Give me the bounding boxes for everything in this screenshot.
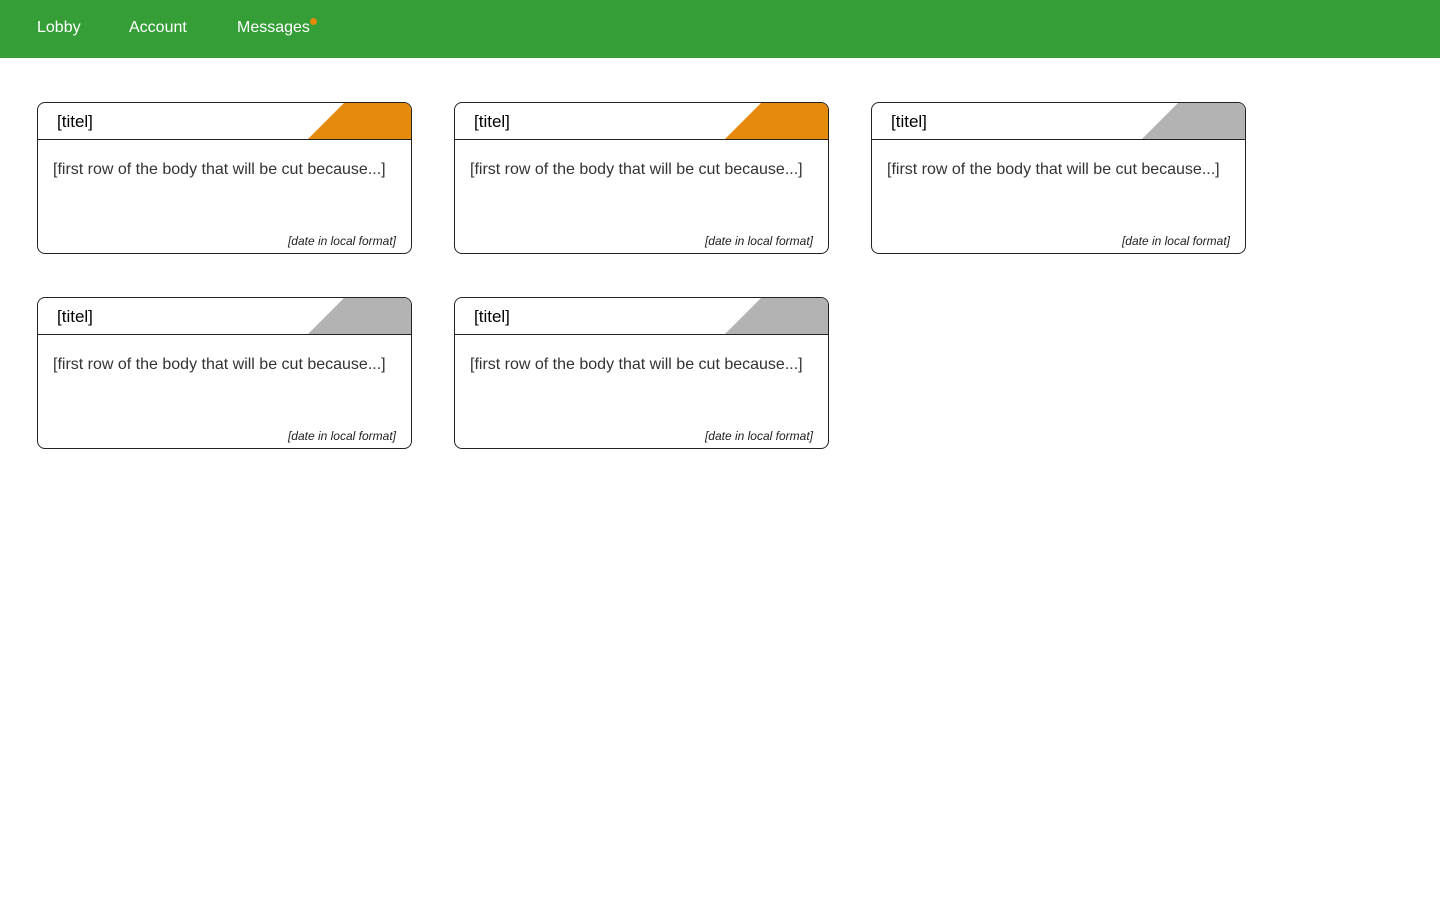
message-card[interactable]: [titel] [first row of the body that will… — [37, 297, 412, 449]
card-date: [date in local format] — [287, 429, 396, 443]
card-header: [titel] — [38, 298, 411, 335]
card-body: [first row of the body that will be cut … — [887, 161, 1220, 178]
nav-account-link[interactable]: Account — [129, 0, 187, 58]
card-status-flag — [725, 103, 828, 139]
card-status-flag — [1142, 103, 1245, 139]
card-title: [titel] — [57, 112, 93, 131]
card-date: [date in local format] — [287, 234, 396, 248]
nav-messages-label: Messages — [237, 19, 310, 36]
card-title: [titel] — [474, 112, 510, 131]
card-title: [titel] — [891, 112, 927, 131]
card-date: [date in local format] — [704, 234, 813, 248]
notification-dot-icon — [309, 18, 317, 25]
card-header: [titel] — [455, 298, 828, 335]
card-status-flag — [308, 298, 411, 334]
top-nav-bar: Lobby Account Messages — [0, 0, 1440, 58]
message-card[interactable]: [titel] [first row of the body that will… — [871, 102, 1246, 254]
message-card[interactable]: [titel] [first row of the body that will… — [37, 102, 412, 254]
nav-lobby-link[interactable]: Lobby — [37, 0, 81, 58]
message-card[interactable]: [titel] [first row of the body that will… — [454, 297, 829, 449]
card-date: [date in local format] — [704, 429, 813, 443]
card-header: [titel] — [38, 103, 411, 140]
card-body: [first row of the body that will be cut … — [53, 356, 386, 373]
card-body: [first row of the body that will be cut … — [53, 161, 386, 178]
card-title: [titel] — [57, 307, 93, 326]
card-header: [titel] — [455, 103, 828, 140]
card-status-flag — [725, 298, 828, 334]
message-card[interactable]: [titel] [first row of the body that will… — [454, 102, 829, 254]
card-title: [titel] — [474, 307, 510, 326]
card-date: [date in local format] — [1121, 234, 1230, 248]
card-header: [titel] — [872, 103, 1245, 140]
nav-messages-link[interactable]: Messages — [237, 0, 317, 58]
card-body: [first row of the body that will be cut … — [470, 161, 803, 178]
card-body: [first row of the body that will be cut … — [470, 356, 803, 373]
card-status-flag — [308, 103, 411, 139]
